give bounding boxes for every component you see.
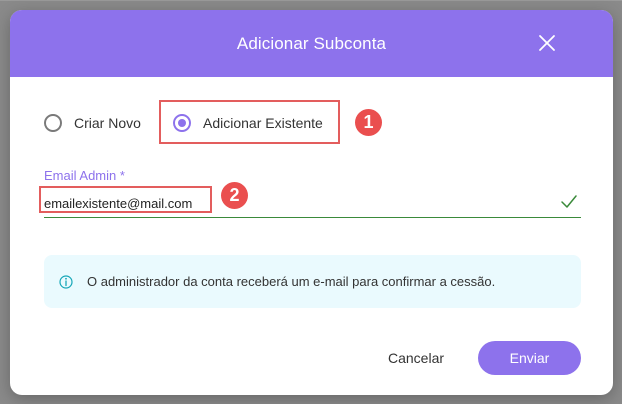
backdrop xyxy=(0,0,622,1)
close-icon[interactable] xyxy=(536,32,558,54)
info-icon xyxy=(59,274,73,289)
radio-add-existing-label: Adicionar Existente xyxy=(203,115,323,131)
info-notice: O administrador da conta receberá um e-m… xyxy=(44,255,581,308)
email-admin-label: Email Admin * xyxy=(44,168,125,183)
annotation-highlight-2 xyxy=(39,186,212,213)
radio-create-new[interactable]: Criar Novo xyxy=(44,114,141,132)
email-input-underline xyxy=(44,217,581,218)
radio-selected-icon xyxy=(173,114,191,132)
cancel-button[interactable]: Cancelar xyxy=(381,343,451,373)
dialog-title: Adicionar Subconta xyxy=(236,33,387,53)
radio-create-new-label: Criar Novo xyxy=(74,115,141,131)
info-text: O administrador da conta receberá um e-m… xyxy=(87,274,496,289)
add-subaccount-dialog: Adicionar Subconta Criar Novo Adicionar … xyxy=(10,10,613,395)
annotation-step-badge-2: 2 xyxy=(221,182,248,209)
dialog-header: Adicionar Subconta xyxy=(10,10,613,77)
valid-check-icon xyxy=(561,195,577,208)
annotation-step-badge-1: 1 xyxy=(355,109,382,136)
radio-unselected-icon xyxy=(44,114,62,132)
radio-add-existing[interactable]: Adicionar Existente xyxy=(173,114,323,132)
submit-button[interactable]: Enviar xyxy=(478,341,581,375)
